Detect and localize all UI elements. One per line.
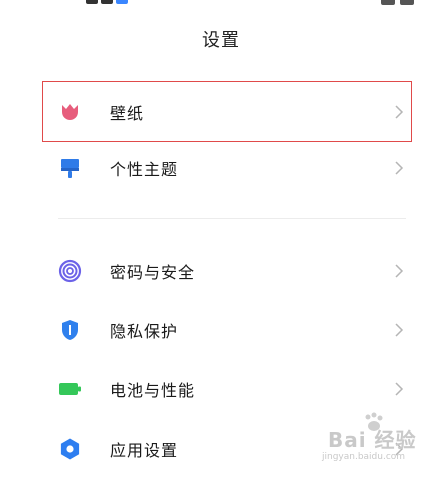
tulip-icon [62, 104, 78, 120]
shield-icon [62, 320, 78, 340]
brush-icon [61, 159, 79, 178]
settings-item-label: 隐私保护 [110, 322, 179, 341]
settings-item-battery[interactable]: 电池与性能 [0, 360, 442, 418]
watermark-main: Bai 经验 [328, 428, 417, 452]
settings-item-label: 应用设置 [110, 441, 179, 460]
section-divider [58, 218, 406, 219]
settings-item-label: 个性主题 [110, 160, 179, 179]
settings-item-themes[interactable]: 个性主题 [0, 139, 442, 197]
status-right-icons [381, 0, 414, 5]
settings-item-privacy[interactable]: 隐私保护 [0, 301, 442, 359]
settings-item-label: 密码与安全 [110, 263, 196, 282]
status-bar [0, 0, 442, 8]
watermark-url: jingyan.baidu.com [322, 452, 406, 462]
battery-icon [381, 0, 395, 5]
chevron-right-icon [395, 382, 404, 396]
chevron-right-icon [395, 264, 404, 278]
chevron-right-icon [395, 161, 404, 175]
app-icon [101, 0, 113, 4]
page-title: 设置 [202, 30, 240, 51]
signal-icon [86, 0, 98, 4]
gear-icon [60, 438, 80, 460]
fingerprint-icon [58, 259, 82, 283]
settings-item-security[interactable]: 密码与安全 [0, 242, 442, 300]
signal-strength-icon [400, 0, 414, 5]
battery-icon [59, 383, 81, 395]
chevron-right-icon [395, 105, 404, 119]
chevron-right-icon [395, 323, 404, 337]
status-left-icons [86, 0, 128, 4]
watermark: Bai 经验 jingyan.baidu.com [318, 412, 428, 468]
settings-item-label: 壁纸 [110, 104, 145, 123]
wifi-icon [116, 0, 128, 4]
settings-item-label: 电池与性能 [110, 381, 196, 400]
settings-item-wallpaper[interactable]: 壁纸 [0, 83, 442, 141]
